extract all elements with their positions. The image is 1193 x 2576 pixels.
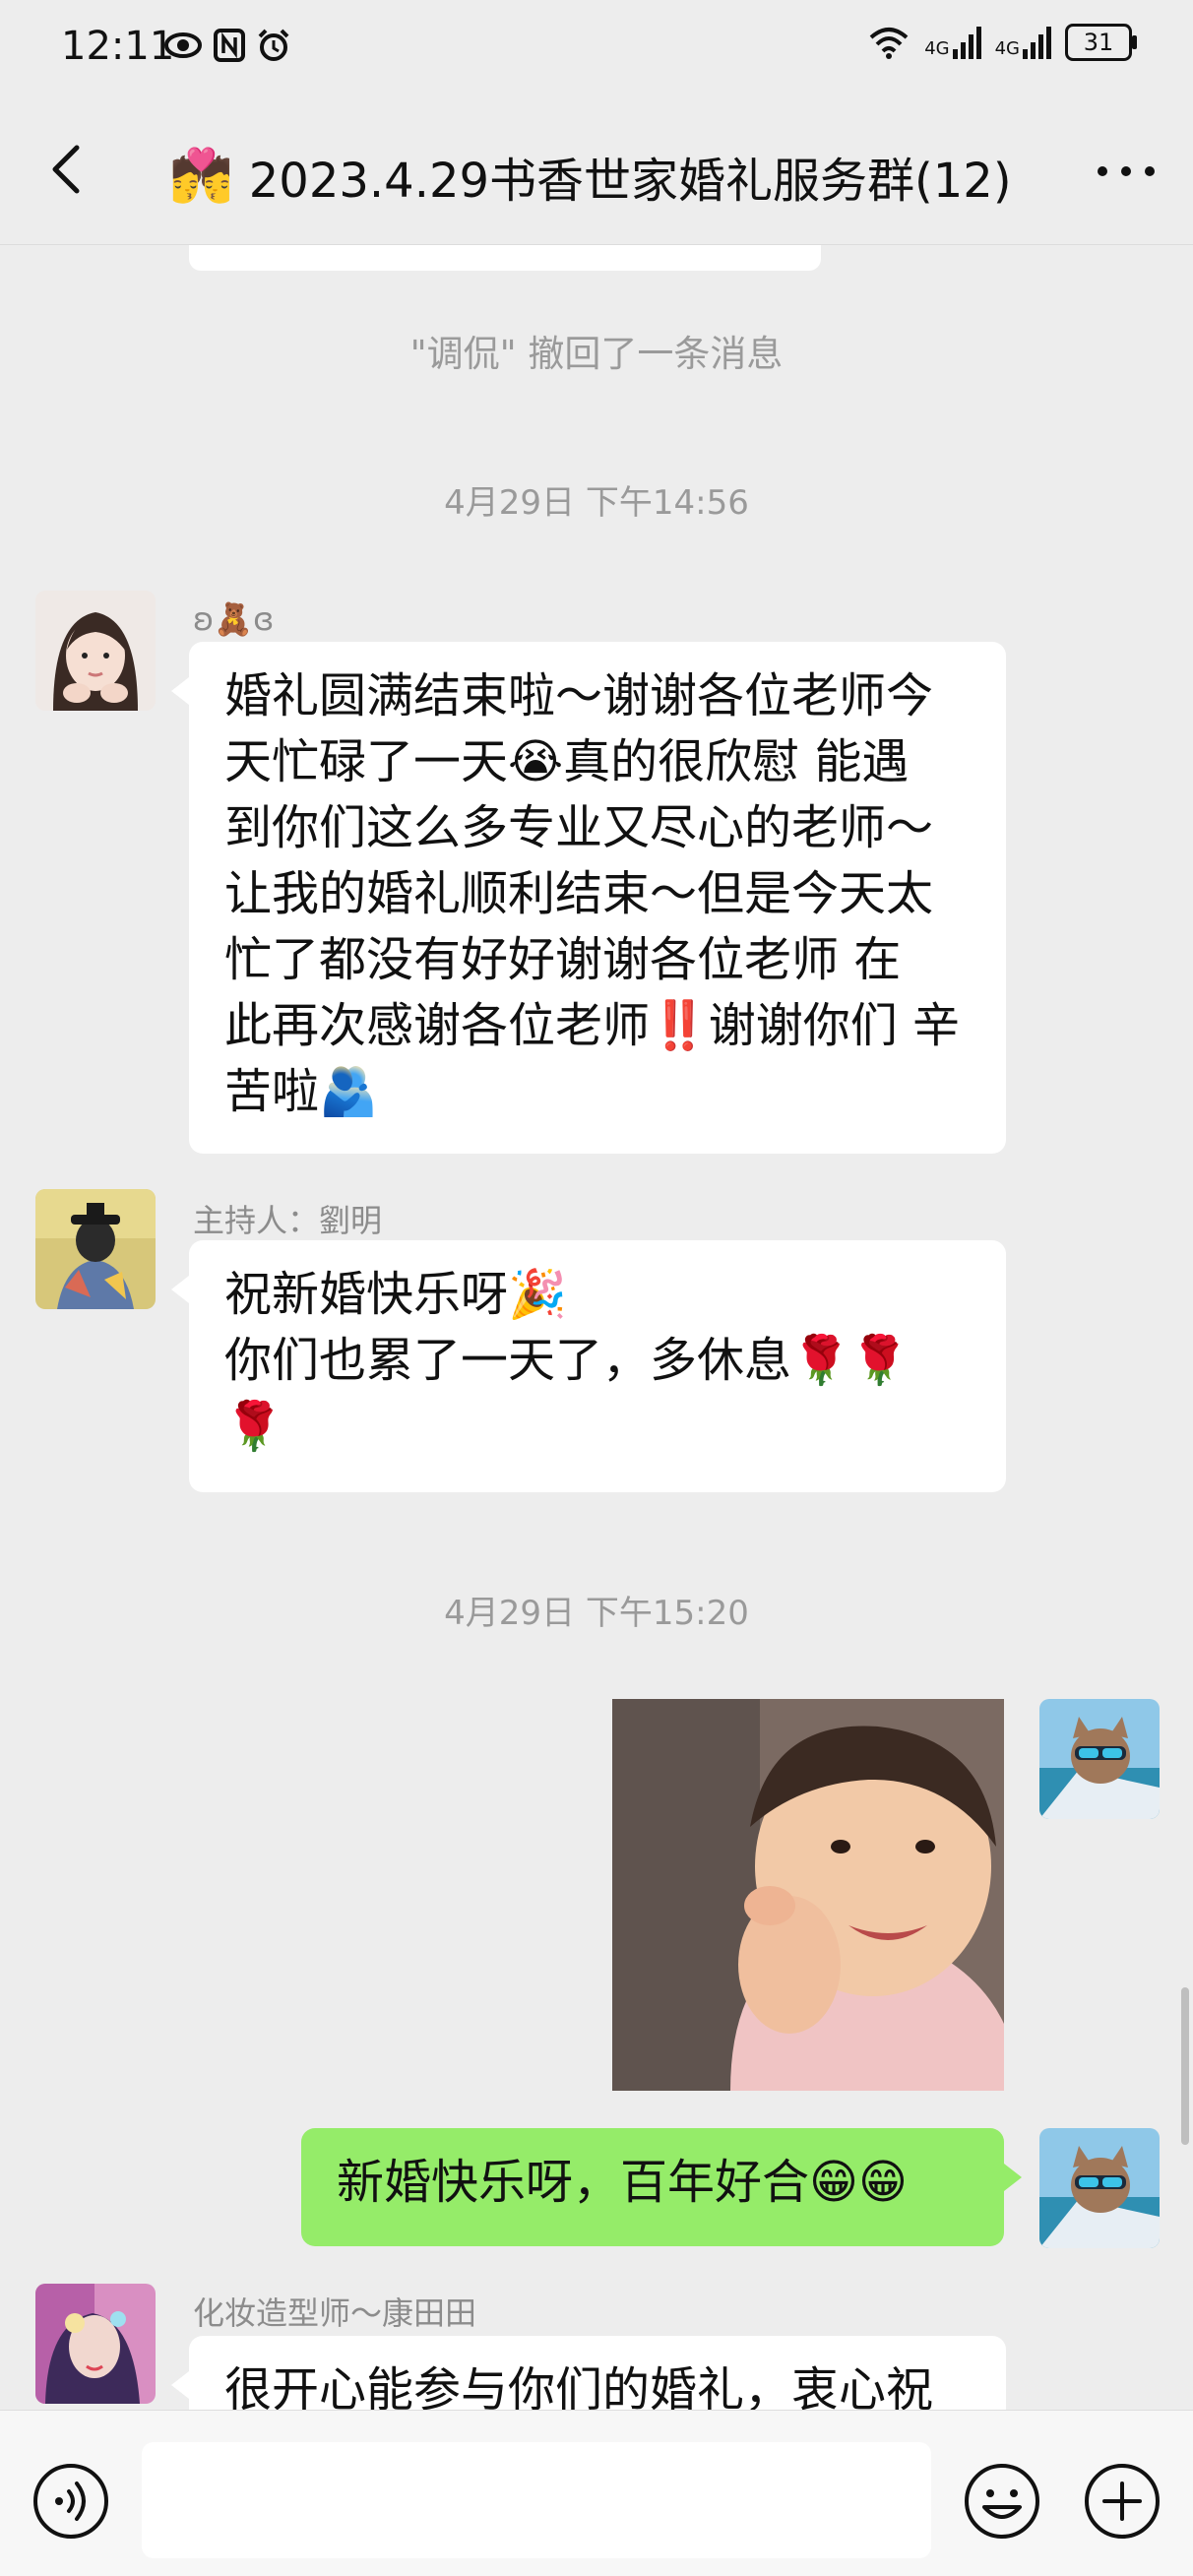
message-line: 天忙碌了一天😭真的很欣慰 能遇: [224, 734, 910, 789]
avatar[interactable]: [1039, 1699, 1160, 1819]
network-label-1: 4G: [924, 38, 950, 59]
avatar-girl-photo: [35, 591, 156, 711]
wifi-icon: [869, 28, 909, 59]
message-line: 忙了都没有好好谢谢各位老师 在: [224, 932, 902, 987]
avatar-cat-photo: [1039, 2128, 1160, 2248]
avatar-cat-photo: [1039, 1699, 1160, 1819]
timestamp: 4月29日 下午14:56: [444, 483, 749, 523]
image-message[interactable]: [612, 1699, 1004, 2091]
chat-header: 💏 2023.4.29书香世家婚礼服务群(12): [0, 98, 1193, 245]
signal-4g-1: 4G: [924, 26, 981, 59]
message-line: 让我的婚礼顺利结束～但是今天太: [224, 866, 934, 921]
message-bubble[interactable]: 新婚快乐呀，百年好合😁😁: [301, 2128, 1022, 2246]
group-emoji: 💏: [169, 147, 233, 206]
message-bubble[interactable]: 祝新婚快乐呀🎉 你们也累了一天了，多休息🌹🌹 🌹: [171, 1240, 1006, 1492]
signal-4g-2: 4G: [995, 26, 1051, 59]
battery-icon: 31: [1065, 24, 1137, 61]
eye-icon: [164, 32, 202, 58]
message-line: 新婚快乐呀，百年好合😁😁: [337, 2155, 909, 2210]
message-line: 🌹: [224, 1399, 283, 1454]
status-time: 12:11: [61, 24, 175, 69]
nfc-icon: [214, 29, 245, 62]
sender-name: 化妆造型师～康田田: [193, 2294, 477, 2332]
plus-icon[interactable]: [1081, 2460, 1163, 2543]
sender-name: ʚ🧸ɞ: [193, 600, 275, 638]
avatar-makeup-artist-photo: [35, 2284, 156, 2404]
message-line: 到你们这么多专业又尽心的老师～: [224, 800, 934, 855]
signal-bars-icon: [952, 27, 981, 59]
status-bar: 12:11 4G 4G 31: [0, 0, 1193, 98]
sender-name: 主持人：劉明: [193, 1202, 383, 1239]
message-bubble[interactable]: 很开心能参与你们的婚礼，衷心祝: [171, 2336, 1006, 2410]
message-line: 此再次感谢各位老师‼️谢谢你们 辛: [224, 998, 961, 1053]
chat-message-list[interactable]: "调侃" 撤回了一条消息 4月29日 下午14:56 ʚ🧸ɞ 婚礼圆满结束啦～谢…: [0, 245, 1193, 2410]
avatar[interactable]: [35, 591, 156, 711]
avatar[interactable]: [1039, 2128, 1160, 2248]
message-line: 祝新婚快乐呀🎉: [224, 1267, 567, 1322]
previous-message-bubble[interactable]: [189, 245, 821, 271]
timestamp: 4月29日 下午15:20: [444, 1594, 749, 1633]
avatar[interactable]: [35, 1189, 156, 1309]
status-left-icons: [163, 28, 291, 63]
message-line: 很开心能参与你们的婚礼，衷心祝: [224, 2362, 934, 2410]
voice-icon[interactable]: [30, 2460, 112, 2543]
alarm-icon: [258, 29, 289, 61]
chevron-left-icon[interactable]: [39, 140, 98, 199]
recall-notice: "调侃" 撤回了一条消息: [409, 333, 784, 375]
input-bar: [0, 2410, 1193, 2576]
message-bubble[interactable]: 婚礼圆满结束啦～谢谢各位老师今 天忙碌了一天😭真的很欣慰 能遇 到你们这么多专业…: [171, 642, 1006, 1154]
emoji-icon[interactable]: [961, 2460, 1043, 2543]
status-right-icons: 4G 4G 31: [867, 24, 1137, 61]
more-dots-icon[interactable]: [1095, 161, 1158, 181]
message-input[interactable]: [142, 2442, 931, 2558]
avatar[interactable]: [35, 2284, 156, 2404]
chat-title: 2023.4.29书香世家婚礼服务群(12): [248, 154, 1012, 209]
chat-title-group: 💏 2023.4.29书香世家婚礼服务群(12): [169, 142, 1012, 211]
network-label-2: 4G: [994, 38, 1020, 59]
signal-bars-icon: [1023, 27, 1051, 59]
message-line: 你们也累了一天了，多休息🌹🌹: [224, 1333, 910, 1388]
message-line: 婚礼圆满结束啦～谢谢各位老师今: [224, 668, 934, 723]
message-line: 苦啦🫂: [224, 1064, 378, 1119]
avatar-host-photo: [35, 1189, 156, 1309]
scrollbar[interactable]: [1181, 1987, 1189, 2145]
child-photo: [612, 1699, 1004, 2091]
